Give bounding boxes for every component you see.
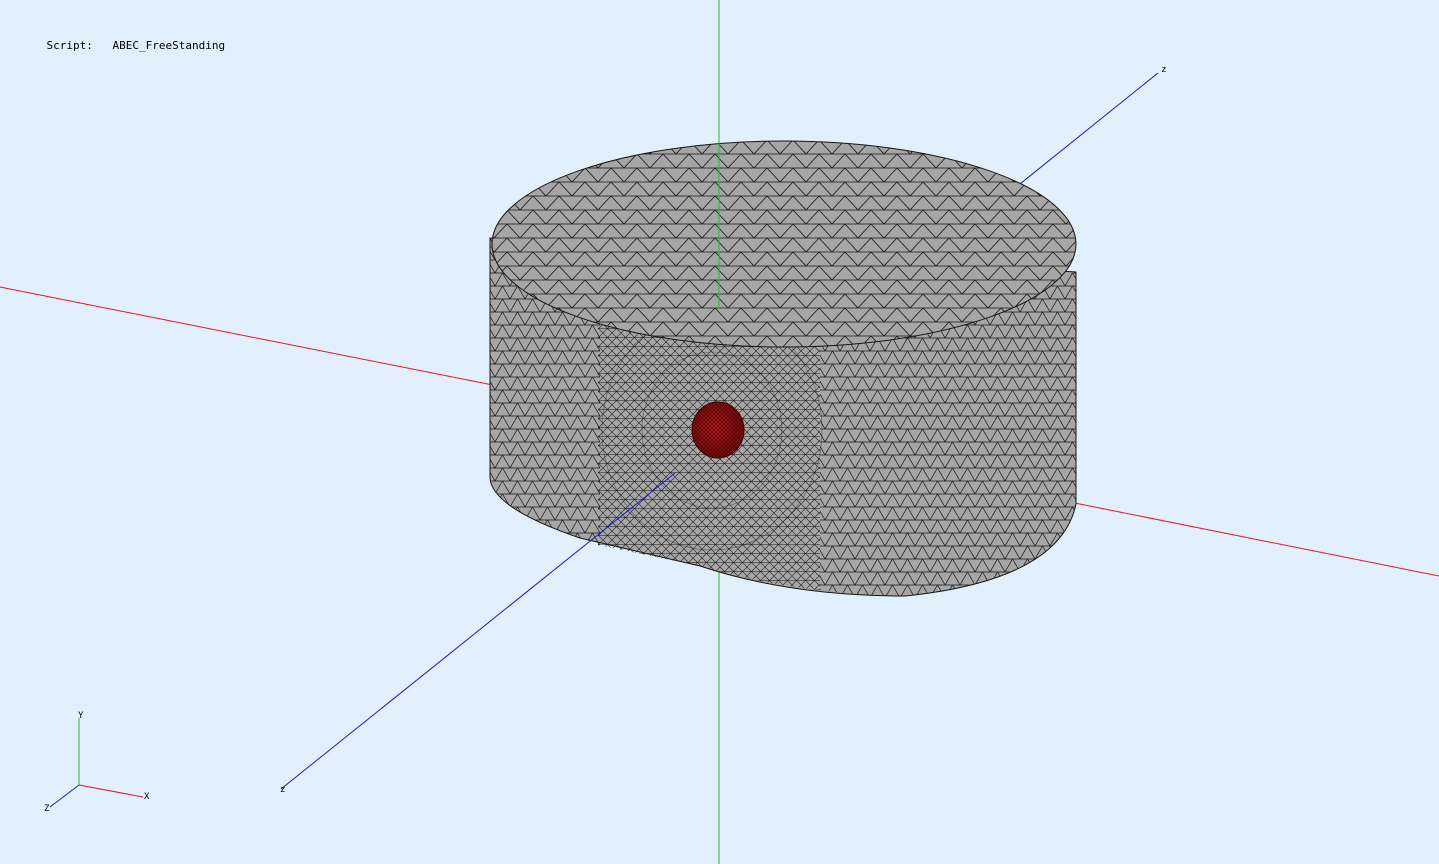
z-axis-label-near: z: [280, 785, 285, 795]
z-axis-line-far: [1009, 72, 1159, 193]
z-axis-label-far: z: [1161, 65, 1166, 75]
x-axis-line-left: [0, 286, 519, 391]
z-axis-line-near: [280, 472, 676, 790]
orientation-triad: Y X Z: [44, 711, 150, 814]
3d-viewport[interactable]: Script: ABEC_FreeStanding z z Y X Z: [0, 0, 1439, 864]
triad-y-label: Y: [78, 711, 84, 721]
triad-z-label: Z: [44, 804, 50, 814]
triad-z-axis: [49, 784, 80, 808]
mesh-top-pattern: [492, 141, 1076, 347]
triad-x-axis: [78, 784, 144, 798]
triad-x-label: X: [144, 792, 150, 802]
radiating-source-mesh: [692, 402, 744, 458]
mesh-scene[interactable]: z z Y X Z: [0, 0, 1439, 864]
